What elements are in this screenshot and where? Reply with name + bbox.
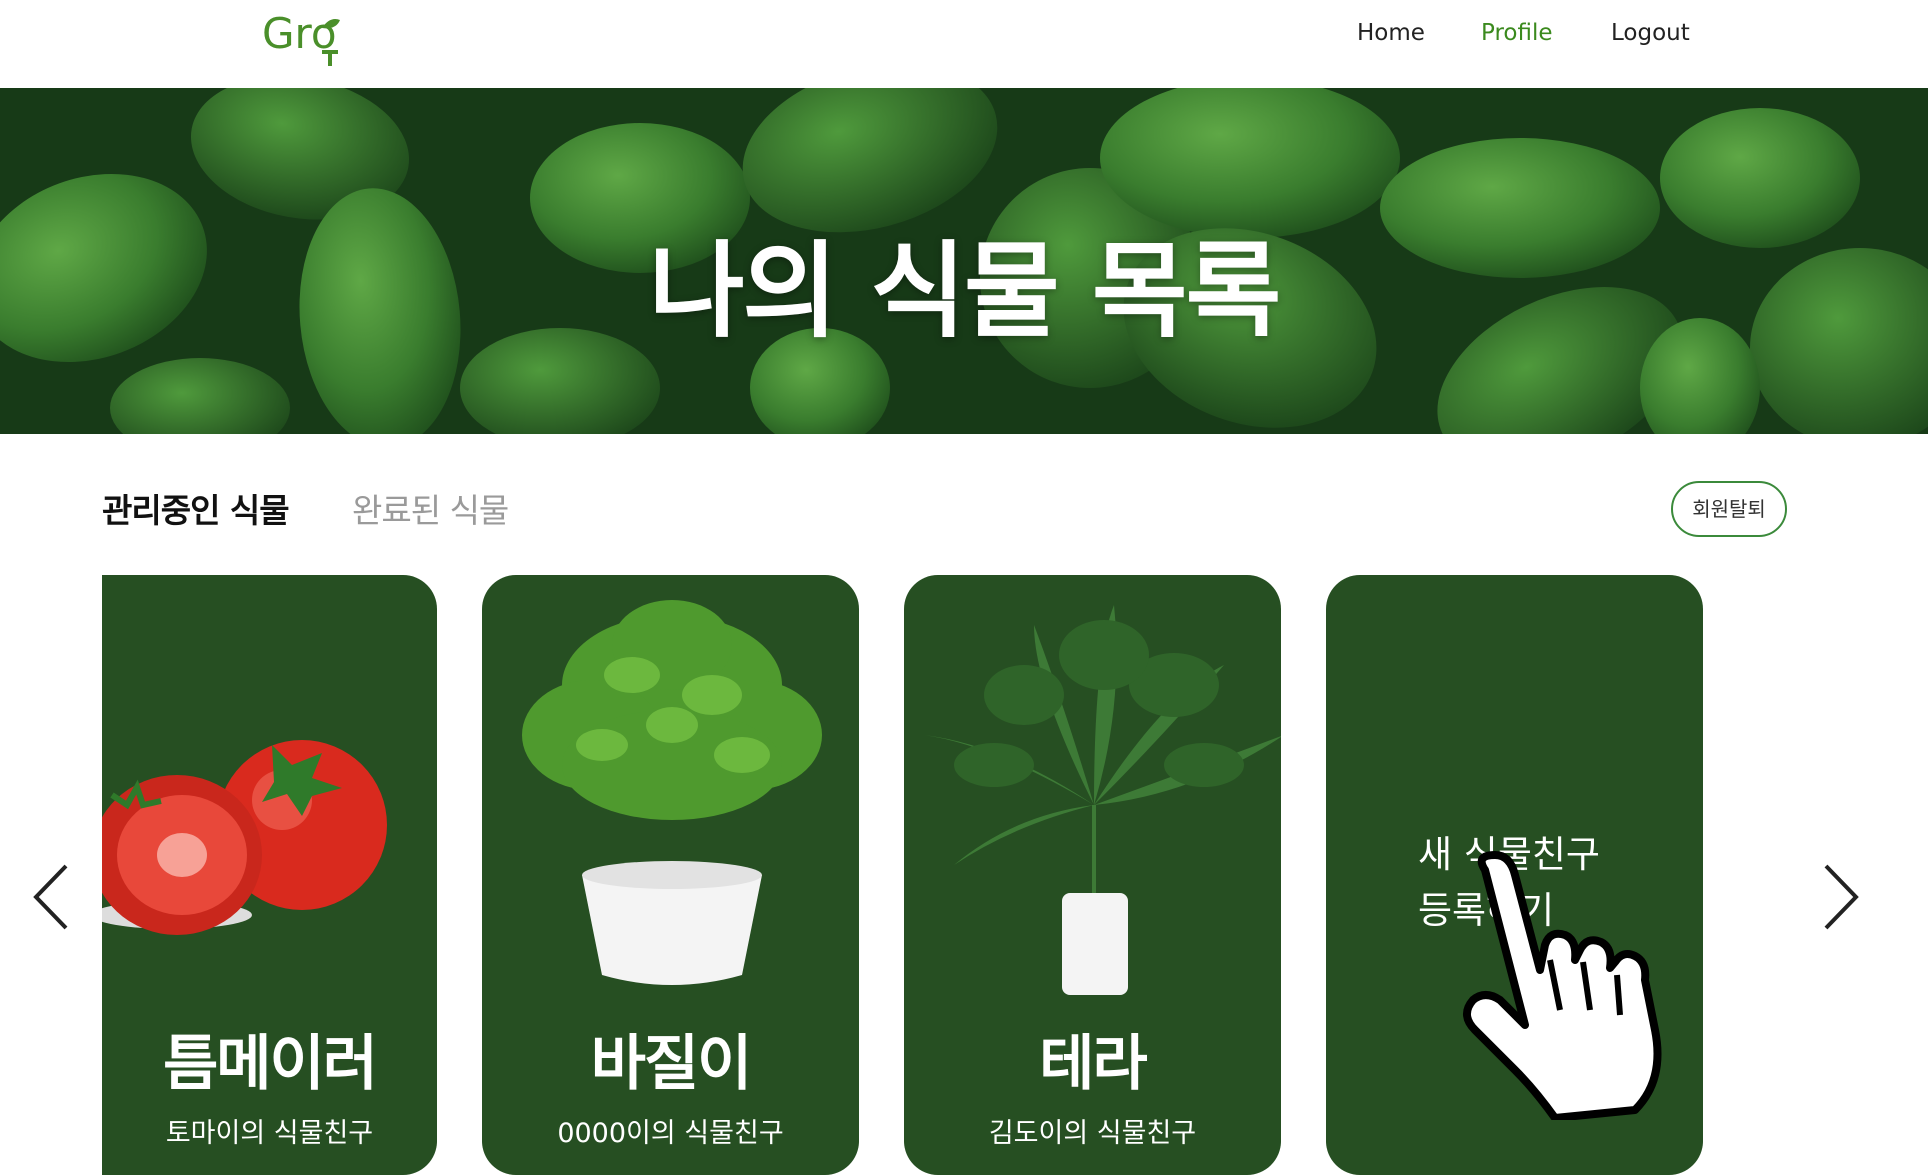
page-title: 나의 식물 목록 [648,230,1282,352]
plant-name: 바질이 [590,1029,753,1099]
basil-image [522,600,822,985]
plant-owner: 0000이의 식물친구 [557,1118,784,1149]
plant-card[interactable]: 틈메이러 토마이의 식물친구 [102,575,437,1175]
tab-completed[interactable]: 완료된 식물 [352,484,509,532]
tab-managing[interactable]: 관리중인 식물 [102,484,290,532]
nav-home[interactable]: Home [1357,20,1425,46]
plant-card[interactable]: 테라 김도이의 식물친구 [904,575,1281,1175]
logo[interactable]: Gro [262,8,354,70]
plant-owner: 토마이의 식물친구 [165,1118,374,1149]
nav-profile[interactable]: Profile [1481,20,1553,46]
monstera-image [924,605,1281,995]
next-arrow-icon[interactable] [1818,862,1862,932]
header: Gro Home Profile Logout [0,0,1928,88]
nav-logout[interactable]: Logout [1611,20,1690,46]
hand-pointer-cursor-icon [1463,851,1662,1120]
tomato-image [102,740,387,935]
plant-owner: 김도이의 식물친구 [988,1118,1197,1149]
plant-card[interactable]: 바질이 0000이의 식물친구 [482,575,859,1175]
plant-name: 테라 [1039,1029,1147,1099]
prev-arrow-icon[interactable] [30,862,74,932]
hero-banner: 나의 식물 목록 [0,88,1928,434]
withdraw-button[interactable]: 회원탈퇴 [1671,481,1787,537]
plant-name: 틈메이러 [163,1029,378,1099]
